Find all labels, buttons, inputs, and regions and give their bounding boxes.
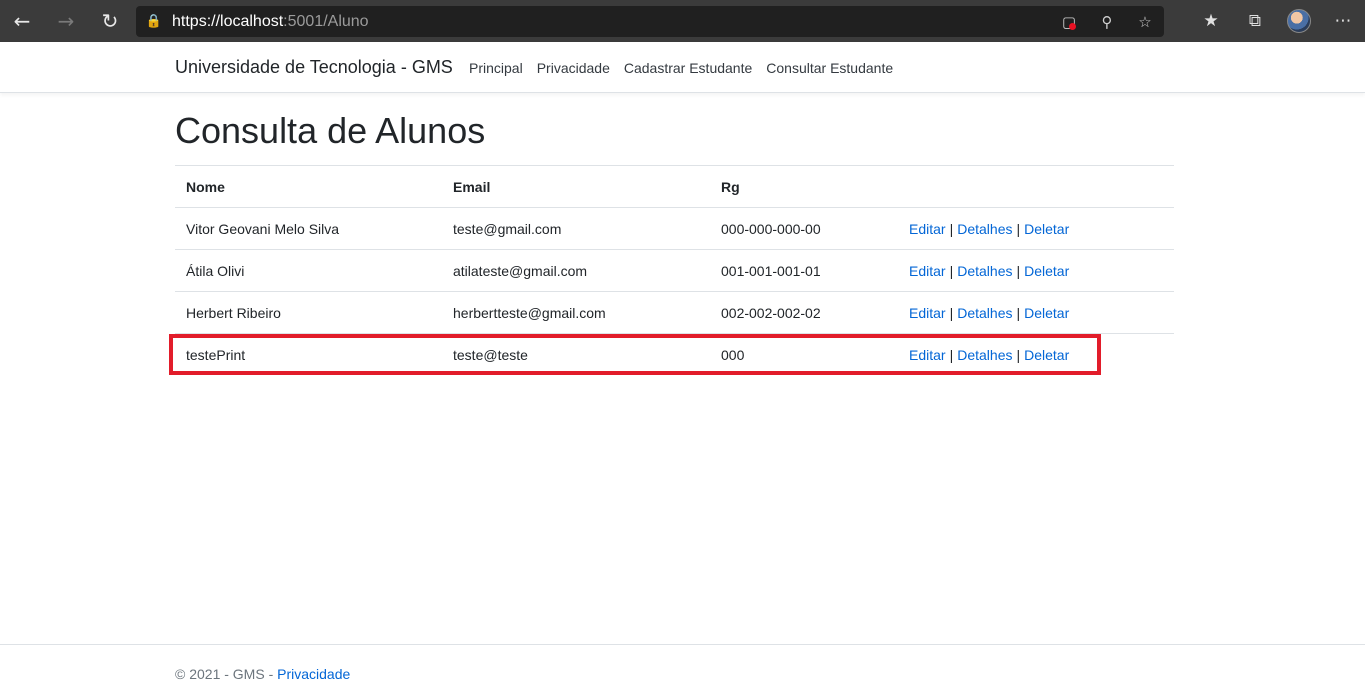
- delete-link[interactable]: Deletar: [1024, 347, 1069, 363]
- header-email: Email: [442, 165, 710, 208]
- cell-rg: 001-001-001-01: [710, 249, 898, 292]
- favorites-icon[interactable]: ★: [1189, 0, 1233, 42]
- cell-nome: Vitor Geovani Melo Silva: [175, 207, 442, 250]
- header-rg: Rg: [710, 165, 898, 208]
- cell-actions: Editar | Detalhes | Deletar: [898, 291, 1174, 334]
- add-favorite-icon[interactable]: ☆: [1126, 6, 1164, 37]
- details-link[interactable]: Detalhes: [957, 263, 1012, 279]
- zoom-icon[interactable]: ⚲: [1088, 6, 1126, 37]
- cell-nome: Herbert Ribeiro: [175, 291, 442, 334]
- url-text[interactable]: https://localhost:5001/Aluno: [172, 13, 369, 31]
- separator: |: [949, 304, 954, 321]
- back-icon[interactable]: ←: [0, 0, 44, 42]
- tracking-prevention-icon[interactable]: ▢: [1050, 6, 1088, 37]
- cell-actions: Editar | Detalhes | Deletar: [898, 207, 1174, 250]
- browser-toolbar: ← → ↻ 🔒 https://localhost:5001/Aluno ▢ ⚲…: [0, 0, 1365, 42]
- nav-link-privacidade[interactable]: Privacidade: [530, 60, 617, 76]
- cell-nome: testePrint: [175, 333, 442, 376]
- profile-avatar[interactable]: [1277, 0, 1321, 42]
- site-navbar: Universidade de Tecnologia - GMS Princip…: [0, 42, 1365, 93]
- avatar: [1287, 9, 1311, 33]
- table-header-row: Nome Email Rg: [175, 165, 1174, 208]
- cell-actions: Editar | Detalhes | Deletar: [898, 249, 1174, 292]
- page-title: Consulta de Alunos: [175, 110, 486, 151]
- header-nome: Nome: [175, 165, 442, 208]
- footer-copyright: © 2021 - GMS -: [175, 666, 278, 682]
- refresh-icon[interactable]: ↻: [88, 0, 132, 42]
- cell-email: teste@gmail.com: [442, 207, 710, 250]
- delete-link[interactable]: Deletar: [1024, 305, 1069, 321]
- collections-icon[interactable]: ⧉: [1233, 0, 1277, 42]
- nav-links: Principal Privacidade Cadastrar Estudant…: [462, 60, 900, 76]
- details-link[interactable]: Detalhes: [957, 305, 1012, 321]
- footer-privacy-link[interactable]: Privacidade: [277, 666, 350, 682]
- footer-text: © 2021 - GMS - Privacidade: [175, 666, 350, 682]
- table-row: Herbert Ribeiro herbertteste@gmail.com 0…: [175, 291, 1174, 334]
- table-row: Átila Olivi atilateste@gmail.com 001-001…: [175, 249, 1174, 292]
- separator: |: [1016, 346, 1021, 363]
- details-link[interactable]: Detalhes: [957, 221, 1012, 237]
- details-link[interactable]: Detalhes: [957, 347, 1012, 363]
- cell-rg: 000-000-000-00: [710, 207, 898, 250]
- url-host: https://localhost: [172, 12, 284, 30]
- separator: |: [949, 262, 954, 279]
- brand-link[interactable]: Universidade de Tecnologia - GMS: [175, 57, 453, 78]
- cell-email: herbertteste@gmail.com: [442, 291, 710, 334]
- nav-link-principal[interactable]: Principal: [462, 60, 530, 76]
- address-bar[interactable]: 🔒 https://localhost:5001/Aluno ▢ ⚲ ☆: [136, 6, 1164, 37]
- cell-rg: 000: [710, 333, 898, 376]
- edit-link[interactable]: Editar: [909, 263, 946, 279]
- cell-nome: Átila Olivi: [175, 249, 442, 292]
- lock-icon[interactable]: 🔒: [136, 14, 172, 29]
- cell-email: teste@teste: [442, 333, 710, 376]
- students-table: Nome Email Rg Vitor Geovani Melo Silva t…: [175, 165, 1174, 376]
- table-row: testePrint teste@teste 000 Editar | Detalh…: [175, 333, 1174, 376]
- separator: |: [949, 346, 954, 363]
- page-footer: © 2021 - GMS - Privacidade: [0, 644, 1365, 699]
- edit-link[interactable]: Editar: [909, 347, 946, 363]
- cell-actions: Editar | Detalhes | Deletar: [898, 333, 1174, 376]
- cell-email: atilateste@gmail.com: [442, 249, 710, 292]
- header-actions: [898, 165, 1174, 208]
- delete-link[interactable]: Deletar: [1024, 221, 1069, 237]
- url-path: :5001/Aluno: [283, 12, 369, 30]
- edit-link[interactable]: Editar: [909, 221, 946, 237]
- cell-rg: 002-002-002-02: [710, 291, 898, 334]
- nav-link-consultar-estudante[interactable]: Consultar Estudante: [759, 60, 900, 76]
- forward-icon[interactable]: →: [44, 0, 88, 42]
- separator: |: [1016, 262, 1021, 279]
- nav-link-cadastrar-estudante[interactable]: Cadastrar Estudante: [617, 60, 759, 76]
- more-icon[interactable]: ⋯: [1321, 0, 1365, 42]
- separator: |: [1016, 304, 1021, 321]
- delete-link[interactable]: Deletar: [1024, 263, 1069, 279]
- separator: |: [949, 220, 954, 237]
- table-row: Vitor Geovani Melo Silva teste@gmail.com…: [175, 207, 1174, 250]
- separator: |: [1016, 220, 1021, 237]
- edit-link[interactable]: Editar: [909, 305, 946, 321]
